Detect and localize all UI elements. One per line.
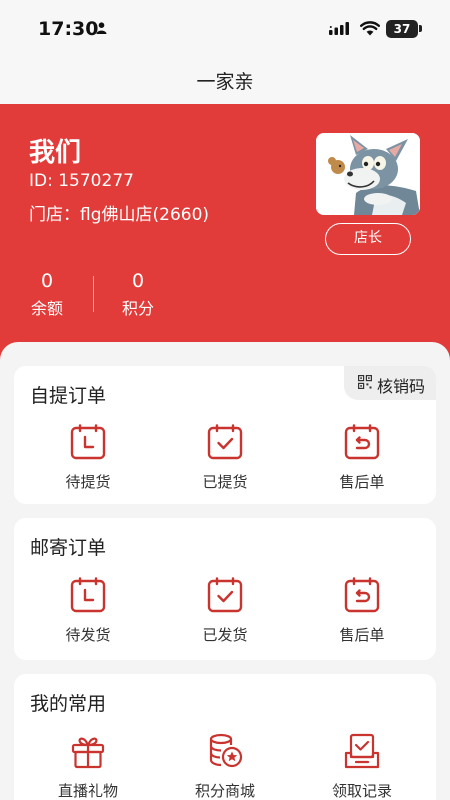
person-icon <box>96 22 107 34</box>
return-box-icon <box>344 424 380 460</box>
pickup-pending-label: 待提货 <box>65 473 111 491</box>
mail-shipped-label: 已发货 <box>202 626 248 644</box>
profile-header: 我们 ID: 1570277 门店：flg佛山店(2660) 店长 0 余额 0… <box>0 104 450 360</box>
claim-record-icon <box>344 733 380 769</box>
store-info: 门店：flg佛山店(2660) <box>29 205 210 225</box>
points-mall-button[interactable]: 积分商城 <box>175 732 275 800</box>
points-stat[interactable]: 0 积分 <box>108 270 168 319</box>
mail-shipped-button[interactable]: 已发货 <box>175 576 275 645</box>
avatar[interactable] <box>316 133 420 215</box>
mail-orders-card: 邮寄订单 待发货 已发货 售后单 <box>14 518 436 660</box>
common-tools-card: 我的常用 直播礼物 积分商城 领取记录 <box>14 674 436 800</box>
user-id: ID: 1570277 <box>29 171 134 191</box>
role-button[interactable]: 店长 <box>325 223 411 255</box>
mail-aftersale-button[interactable]: 售后单 <box>312 576 412 645</box>
common-tools-title: 我的常用 <box>30 693 107 715</box>
status-time: 17:30 <box>38 18 99 40</box>
coins-star-icon <box>209 733 243 768</box>
mail-pending-button[interactable]: 待发货 <box>38 576 138 645</box>
pickup-pending-button[interactable]: 待提货 <box>38 423 138 492</box>
qr-code-icon <box>358 375 372 389</box>
cartoon-cat-avatar-image <box>316 133 420 215</box>
claim-record-label: 领取记录 <box>331 782 392 800</box>
nav-bar: 一家亲 <box>0 56 450 104</box>
pickup-aftersale-label: 售后单 <box>339 473 385 491</box>
live-gift-label: 直播礼物 <box>57 782 118 800</box>
balance-label: 余额 <box>30 299 63 318</box>
pickup-aftersale-button[interactable]: 售后单 <box>312 423 412 492</box>
balance-value: 0 <box>40 270 54 292</box>
status-bar: 17:30 37 <box>0 0 450 56</box>
user-name: 我们 <box>29 138 82 168</box>
live-gift-button[interactable]: 直播礼物 <box>38 732 138 800</box>
mail-aftersale-label: 售后单 <box>339 626 385 644</box>
return-box-icon <box>344 577 380 613</box>
mail-orders-title: 邮寄订单 <box>30 537 107 559</box>
check-box-icon <box>207 424 243 460</box>
stat-divider <box>93 276 94 312</box>
content-sheet: 自提订单 核销码 待提货 已提货 售后单 邮寄订单 待发货 已发货 售后单 我的… <box>0 342 450 800</box>
verify-code-label: 核销码 <box>377 377 426 396</box>
points-mall-label: 积分商城 <box>194 782 255 800</box>
battery-indicator: 37 <box>386 20 418 38</box>
page-title: 一家亲 <box>196 71 254 93</box>
clock-box-icon <box>70 424 106 460</box>
clock-box-icon <box>70 577 106 613</box>
balance-stat[interactable]: 0 余额 <box>17 270 77 319</box>
claim-record-button[interactable]: 领取记录 <box>312 732 412 800</box>
verify-code-button[interactable]: 核销码 <box>344 366 436 400</box>
signal-icon <box>329 22 349 35</box>
points-label: 积分 <box>121 299 154 318</box>
gift-icon <box>71 737 105 769</box>
pickup-orders-card: 自提订单 核销码 待提货 已提货 售后单 <box>14 366 436 504</box>
pickup-orders-title: 自提订单 <box>30 385 107 407</box>
pickup-done-button[interactable]: 已提货 <box>175 423 275 492</box>
pickup-done-label: 已提货 <box>202 473 248 491</box>
points-value: 0 <box>131 270 145 292</box>
battery-tip <box>419 25 422 32</box>
check-box-icon <box>207 577 243 613</box>
wifi-icon <box>360 21 380 36</box>
mail-pending-label: 待发货 <box>65 626 111 644</box>
